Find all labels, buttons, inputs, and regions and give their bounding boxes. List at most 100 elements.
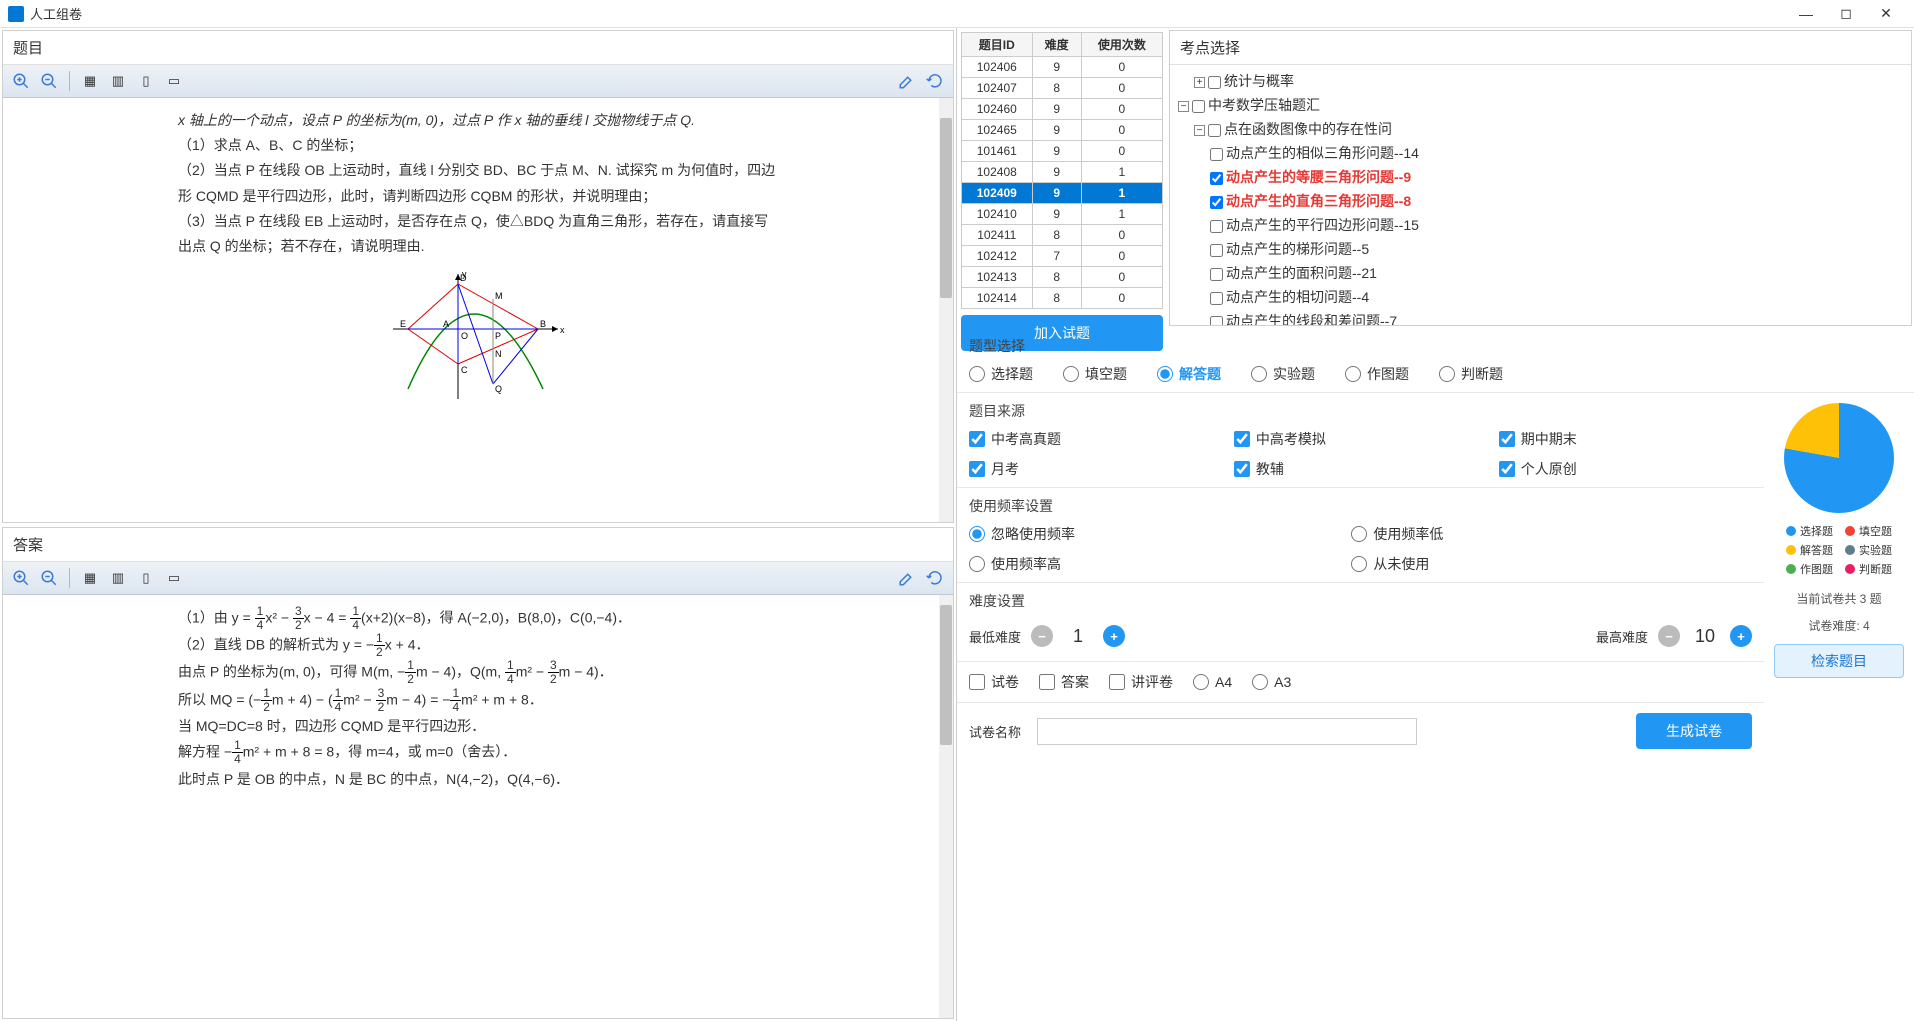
qtype-2[interactable]: 解答题 xyxy=(1157,364,1221,384)
max-diff-value: 10 xyxy=(1690,626,1720,647)
answer-content[interactable]: （1）由 y = 14x² − 32x − 4 = 14(x+2)(x−8)，得… xyxy=(3,595,953,1019)
tree-node[interactable]: 动点产生的线段和差问题--7 xyxy=(1174,309,1907,325)
search-button[interactable]: 检索题目 xyxy=(1774,644,1904,678)
out-review[interactable]: 讲评卷 xyxy=(1109,672,1173,692)
source-title: 题目来源 xyxy=(969,401,1752,421)
qtype-0[interactable]: 选择题 xyxy=(969,364,1033,384)
layout-icon-2[interactable]: ▥ xyxy=(106,69,130,93)
svg-text:N: N xyxy=(495,349,502,359)
source-0[interactable]: 中考高真题 xyxy=(969,429,1204,449)
freq-never[interactable]: 从未使用 xyxy=(1351,554,1703,574)
refresh-icon[interactable] xyxy=(923,69,947,93)
tree-node[interactable]: 动点产生的相切问题--4 xyxy=(1174,285,1907,309)
min-diff-label: 最低难度 xyxy=(969,627,1021,646)
question-content[interactable]: x 轴上的一个动点，设点 P 的坐标为(m, 0)，过点 P 作 x 轴的垂线 … xyxy=(3,98,953,522)
svg-text:A: A xyxy=(443,319,449,329)
qtype-3[interactable]: 实验题 xyxy=(1251,364,1315,384)
tree-node[interactable]: 动点产生的平行四边形问题--15 xyxy=(1174,213,1907,237)
layout-icon-1[interactable]: ▦ xyxy=(78,566,102,590)
question-line-4: （3）当点 P 在线段 EB 上运动时，是否存在点 Q，使△BDQ 为直角三角形… xyxy=(178,209,778,259)
refresh-icon[interactable] xyxy=(923,566,947,590)
question-line-1: x 轴上的一个动点，设点 P 的坐标为(m, 0)，过点 P 作 x 轴的垂线 … xyxy=(178,112,695,128)
output-section: 试卷 答案 讲评卷 A4 A3 xyxy=(957,662,1764,703)
close-button[interactable]: ✕ xyxy=(1866,0,1906,28)
max-diff-minus[interactable]: − xyxy=(1658,625,1680,647)
col-diff: 难度 xyxy=(1032,33,1081,57)
name-label: 试卷名称 xyxy=(969,722,1021,741)
table-row[interactable]: 10241480 xyxy=(962,288,1163,309)
qtype-4[interactable]: 作图题 xyxy=(1345,364,1409,384)
answer-scrollbar[interactable] xyxy=(939,595,953,1019)
tree-node[interactable]: +统计与概率 xyxy=(1174,69,1907,93)
source-5[interactable]: 个人原创 xyxy=(1499,459,1734,479)
layout-icon-3[interactable]: ▯ xyxy=(134,566,158,590)
layout-icon-3[interactable]: ▯ xyxy=(134,69,158,93)
stats-count: 当前试卷共 3 题 xyxy=(1796,590,1881,607)
table-row[interactable]: 10240891 xyxy=(962,162,1163,183)
answer-line-4: 所以 MQ = (−12m + 4) − (14m² − 32m − 4) = … xyxy=(178,687,778,714)
freq-high[interactable]: 使用频率高 xyxy=(969,554,1321,574)
freq-low[interactable]: 使用频率低 xyxy=(1351,524,1703,544)
generate-button[interactable]: 生成试卷 xyxy=(1636,713,1752,749)
minimize-button[interactable]: — xyxy=(1786,0,1826,28)
zoom-in-icon[interactable] xyxy=(9,566,33,590)
question-toolbar: ▦ ▥ ▯ ▭ xyxy=(3,65,953,98)
layout-icon-4[interactable]: ▭ xyxy=(162,69,186,93)
source-2[interactable]: 期中期末 xyxy=(1499,429,1734,449)
question-table-panel: 题目ID 难度 使用次数 102406901024078010246090102… xyxy=(957,28,1167,328)
qtype-5[interactable]: 判断题 xyxy=(1439,364,1503,384)
qtype-1[interactable]: 填空题 xyxy=(1063,364,1127,384)
tree-node[interactable]: −中考数学压轴题汇 xyxy=(1174,93,1907,117)
out-paper[interactable]: 试卷 xyxy=(969,672,1019,692)
source-4[interactable]: 教辅 xyxy=(1234,459,1469,479)
table-row[interactable]: 10246590 xyxy=(962,120,1163,141)
tree-title: 考点选择 xyxy=(1170,31,1911,65)
name-section: 试卷名称 生成试卷 xyxy=(957,703,1764,759)
min-diff-minus[interactable]: − xyxy=(1031,625,1053,647)
layout-icon-2[interactable]: ▥ xyxy=(106,566,130,590)
zoom-out-icon[interactable] xyxy=(37,566,61,590)
knowledge-tree[interactable]: +统计与概率 −中考数学压轴题汇 −点在函数图像中的存在性问 动点产生的相似三角… xyxy=(1170,65,1911,325)
table-row[interactable]: 10241180 xyxy=(962,225,1163,246)
app-icon xyxy=(8,6,24,22)
svg-text:M: M xyxy=(495,291,503,301)
table-row[interactable]: 10246090 xyxy=(962,99,1163,120)
min-diff-plus[interactable]: + xyxy=(1103,625,1125,647)
question-figure: xy EB AD CM PN QO xyxy=(178,269,778,427)
question-scrollbar[interactable] xyxy=(939,98,953,522)
edit-icon[interactable] xyxy=(895,566,919,590)
table-row[interactable]: 10240780 xyxy=(962,78,1163,99)
freq-ignore[interactable]: 忽略使用频率 xyxy=(969,524,1321,544)
paper-name-input[interactable] xyxy=(1037,718,1417,745)
col-count: 使用次数 xyxy=(1081,33,1162,57)
table-row[interactable]: 10240991 xyxy=(962,183,1163,204)
table-row[interactable]: 10241091 xyxy=(962,204,1163,225)
question-panel-title: 题目 xyxy=(3,31,953,65)
out-a3[interactable]: A3 xyxy=(1252,674,1291,690)
zoom-in-icon[interactable] xyxy=(9,69,33,93)
edit-icon[interactable] xyxy=(895,69,919,93)
source-1[interactable]: 中高考模拟 xyxy=(1234,429,1469,449)
max-diff-plus[interactable]: + xyxy=(1730,625,1752,647)
tree-node[interactable]: 动点产生的面积问题--21 xyxy=(1174,261,1907,285)
question-table[interactable]: 题目ID 难度 使用次数 102406901024078010246090102… xyxy=(961,32,1163,309)
zoom-out-icon[interactable] xyxy=(37,69,61,93)
out-answer[interactable]: 答案 xyxy=(1039,672,1089,692)
layout-icon-4[interactable]: ▭ xyxy=(162,566,186,590)
tree-node-selected[interactable]: 动点产生的等腰三角形问题--9 xyxy=(1174,165,1907,189)
max-diff-label: 最高难度 xyxy=(1596,627,1648,646)
tree-node-selected[interactable]: 动点产生的直角三角形问题--8 xyxy=(1174,189,1907,213)
table-row[interactable]: 10241380 xyxy=(962,267,1163,288)
table-row[interactable]: 10146190 xyxy=(962,141,1163,162)
out-a4[interactable]: A4 xyxy=(1193,674,1232,690)
table-row[interactable]: 10240690 xyxy=(962,57,1163,78)
table-row[interactable]: 10241270 xyxy=(962,246,1163,267)
answer-line-2: （2）直线 DB 的解析式为 y = −12x + 4． xyxy=(178,632,778,659)
tree-node[interactable]: 动点产生的相似三角形问题--14 xyxy=(1174,141,1907,165)
maximize-button[interactable]: ◻ xyxy=(1826,0,1866,28)
diff-section: 难度设置 最低难度 − 1 + 最高难度 − 10 + xyxy=(957,583,1764,662)
layout-icon-1[interactable]: ▦ xyxy=(78,69,102,93)
tree-node[interactable]: 动点产生的梯形问题--5 xyxy=(1174,237,1907,261)
tree-node[interactable]: −点在函数图像中的存在性问 xyxy=(1174,117,1907,141)
source-3[interactable]: 月考 xyxy=(969,459,1204,479)
